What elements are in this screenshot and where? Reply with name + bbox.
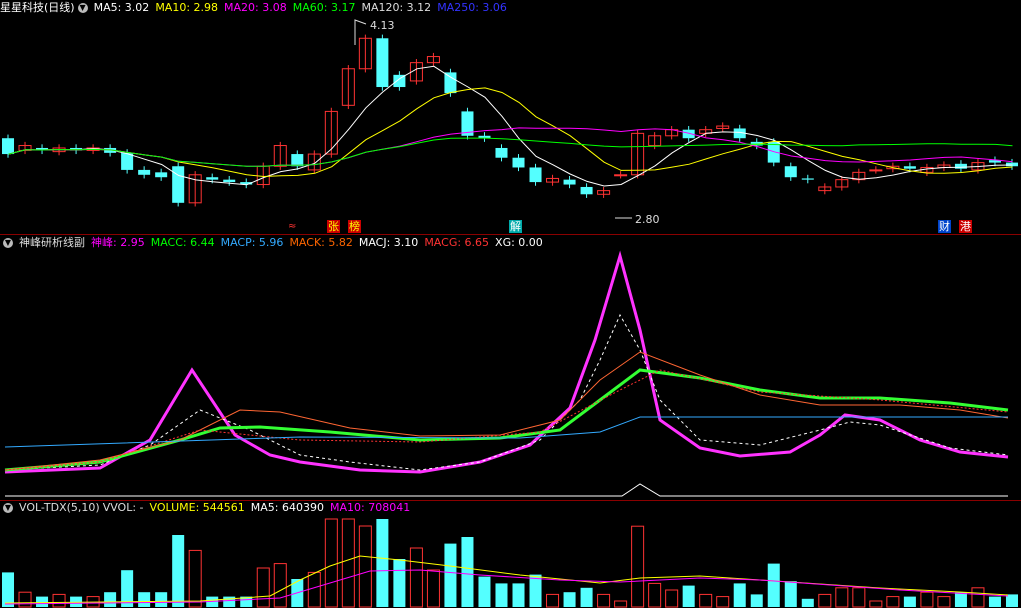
volume-bar (563, 592, 576, 607)
volume-bar (580, 587, 593, 607)
volume-chart[interactable] (0, 0, 1021, 608)
volume-bar (699, 593, 713, 608)
up-arrow-icon: ≈ (288, 221, 297, 232)
volume-bar (750, 594, 763, 607)
ma20-value: MA20: 3.08 (224, 1, 287, 14)
ma60-value: MA60: 3.17 (292, 1, 356, 14)
collapse-icon[interactable]: ▼ (3, 503, 13, 513)
ma5-value: MA5: 3.02 (93, 1, 150, 14)
sub-title[interactable]: 神峰研析线副 (19, 236, 85, 249)
volume-bar (954, 592, 967, 607)
shenfeng-value: 神峰: 2.95 (91, 236, 145, 249)
volume-bar (478, 576, 491, 607)
volume-bar (835, 587, 849, 608)
volume-bar (409, 547, 423, 608)
volume-bar (341, 518, 355, 608)
volume-bar (307, 571, 321, 608)
volume-bar (188, 549, 202, 608)
volume-bar (376, 519, 389, 607)
volume-bar (801, 598, 814, 607)
volume-bar (2, 572, 15, 607)
marker-cai[interactable]: 财 (938, 220, 951, 233)
volume-bar (597, 593, 611, 608)
volume-bar (426, 569, 440, 608)
volume-bar (324, 518, 338, 608)
collapse-icon[interactable]: ▼ (3, 238, 13, 248)
xg-value: XG: 0.00 (495, 236, 543, 249)
volume-bar (852, 587, 866, 608)
volume-bar (546, 593, 560, 608)
high-price-label: 4.13 (370, 19, 395, 32)
volume-bar (784, 581, 797, 607)
collapse-icon[interactable]: ▼ (77, 3, 88, 13)
volume-bar (988, 596, 1001, 607)
mack-value: MACK: 5.82 (289, 236, 353, 249)
ma120-value: MA120: 3.12 (361, 1, 432, 14)
volume-bar (937, 596, 951, 608)
volume-bar (971, 587, 985, 608)
sub-panel-header: ▼ 神峰研析线副 神峰: 2.95 MACC: 6.44 MACP: 5.96 MACK:… (0, 235, 549, 251)
vol-ma10-value: MA10: 708041 (330, 501, 411, 514)
marker-zhang[interactable]: 张 (327, 220, 340, 233)
ma10-value: MA10: 2.98 (155, 1, 219, 14)
volume-bar (36, 596, 49, 607)
volume-bar (495, 583, 508, 607)
volume-bar (104, 592, 117, 607)
volume-bar (818, 593, 832, 608)
volume-bar (444, 543, 457, 607)
volume-bar (18, 591, 32, 608)
volume-value: VOLUME: 544561 (149, 501, 245, 514)
marker-bang[interactable]: 榜 (348, 220, 361, 233)
volume-bar (767, 563, 780, 607)
volume-bar (461, 537, 474, 607)
volume-bar (358, 525, 372, 608)
volume-bar (903, 596, 916, 607)
main-panel-header: 星星科技(日线) ▼ MA5: 3.02 MA10: 2.98 MA20: 3.08 MA… (0, 0, 513, 16)
volume-bar (52, 593, 66, 608)
volume-bar (614, 600, 628, 608)
ma250-value: MA250: 3.06 (437, 1, 507, 14)
macp-value: MACP: 5.96 (220, 236, 284, 249)
volume-bar (155, 592, 168, 607)
volume-bar (172, 535, 185, 607)
vvol-value: VVOL: - (102, 501, 144, 514)
volume-bar (273, 563, 287, 608)
volume-bar (529, 574, 542, 607)
marker-jie[interactable]: 解 (509, 220, 522, 233)
volume-bar (886, 596, 900, 608)
volume-bar (512, 583, 525, 607)
volume-bar (256, 567, 270, 608)
macc-value: MACC: 6.44 (150, 236, 215, 249)
volume-bar (138, 592, 151, 607)
volume-bar (733, 583, 746, 607)
volume-bar (920, 591, 934, 608)
volume-bar (631, 525, 645, 608)
volume-bar (869, 600, 883, 608)
macj-value: MACJ: 3.10 (358, 236, 419, 249)
volume-bar (682, 585, 695, 607)
vol-title[interactable]: VOL-TDX(5,10) (19, 501, 100, 514)
volume-bar (716, 596, 730, 608)
marker-gang[interactable]: 港 (959, 220, 972, 233)
vol-panel-header: ▼ VOL-TDX(5,10) VVOL: - VOLUME: 544561 MA5: … (0, 500, 416, 516)
vol-ma5-value: MA5: 640390 (250, 501, 324, 514)
volume-bar (665, 589, 679, 608)
stock-title[interactable]: 星星科技(日线) (0, 1, 75, 14)
low-price-label: 2.80 (635, 213, 660, 226)
macg-value: MACG: 6.65 (424, 236, 490, 249)
volume-bar (393, 559, 406, 607)
volume-bar (648, 582, 662, 608)
